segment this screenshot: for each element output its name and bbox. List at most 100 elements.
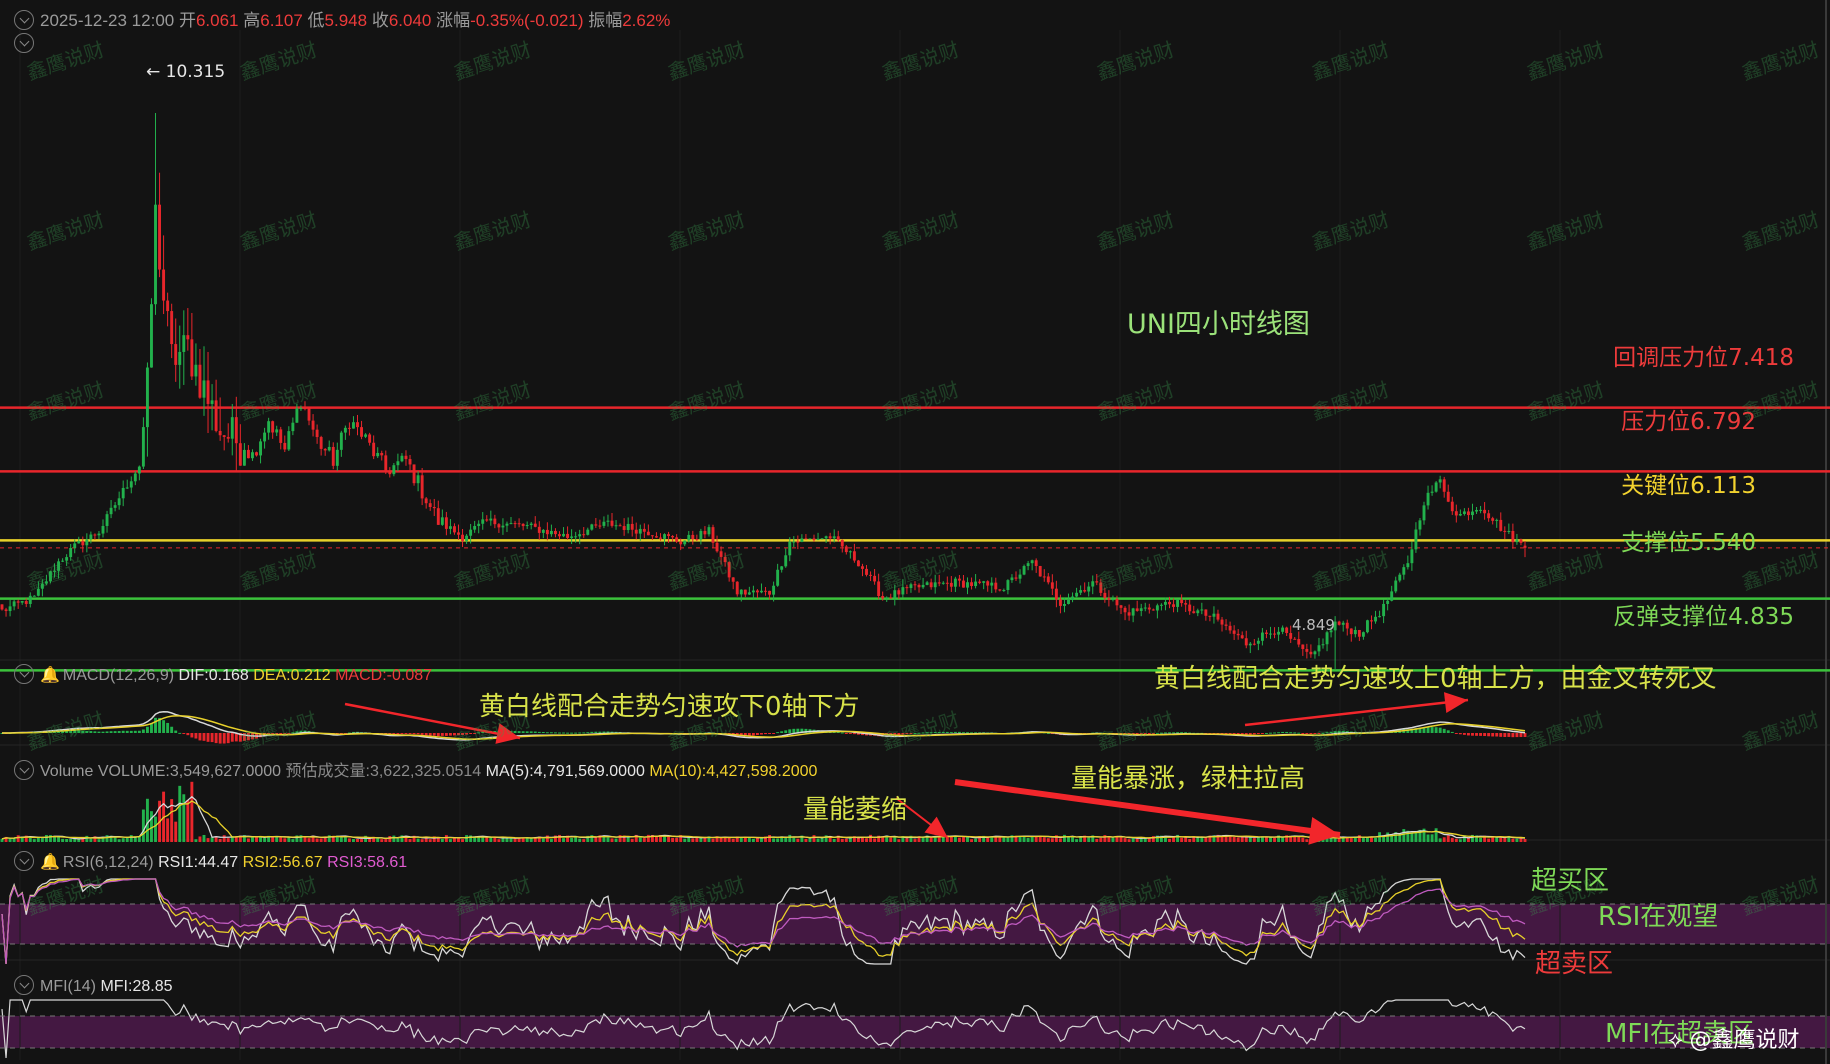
volume-bar	[957, 837, 961, 842]
candle-body	[1293, 638, 1297, 640]
candle-body	[251, 452, 254, 459]
candle-body	[1297, 639, 1301, 645]
candle-body	[578, 534, 582, 537]
volume-bar	[129, 835, 133, 842]
candle-body	[1252, 643, 1256, 645]
volume-bar	[202, 834, 206, 842]
volume-name: Volume	[40, 763, 94, 780]
volume-bar	[1224, 836, 1228, 842]
volume-bar	[889, 837, 893, 842]
alert-bell-icon[interactable]: 🔔	[40, 667, 60, 684]
candle-body	[1398, 574, 1402, 581]
candle-body	[396, 461, 400, 466]
candle-body	[1058, 599, 1062, 606]
macd-histogram-bar	[461, 733, 464, 736]
candle-body	[1426, 492, 1430, 506]
rsi1-value: RSI1:44.47	[158, 854, 239, 871]
volume-bar	[194, 839, 198, 842]
macd-dea: DEA:0.212	[253, 667, 331, 684]
volume-bar	[166, 818, 170, 842]
candle-body	[529, 523, 533, 526]
macd-histogram-bar	[545, 732, 549, 734]
volume-bar	[1281, 837, 1285, 842]
collapse-chevron-icon[interactable]	[14, 10, 34, 30]
macd-histogram-bar	[1325, 732, 1329, 734]
candle-body	[287, 431, 291, 450]
candle-body	[1313, 651, 1317, 655]
macd-histogram-bar	[537, 731, 541, 733]
candle-body	[1034, 560, 1038, 567]
macd-histogram-bar	[1260, 733, 1264, 734]
macd-histogram-bar	[174, 730, 178, 733]
candle-body	[214, 400, 218, 431]
volume-bar	[1252, 838, 1256, 842]
candle-body	[1341, 622, 1345, 625]
price-chart[interactable]	[0, 0, 1830, 1064]
volume-bar	[558, 834, 561, 842]
mfi-collapse-icon[interactable]	[14, 975, 34, 995]
macd-histogram-bar	[465, 733, 469, 735]
candle-body	[877, 581, 881, 597]
candle-body	[61, 560, 65, 562]
candle-body	[303, 408, 307, 410]
macd-collapse-icon[interactable]	[14, 664, 34, 684]
candle-body	[283, 442, 287, 450]
rsi-alert-bell-icon[interactable]: 🔔	[40, 854, 60, 871]
volume-bar	[630, 838, 634, 842]
candle-body	[73, 543, 77, 548]
candle-body	[554, 530, 557, 535]
volume-bar	[489, 837, 493, 842]
candle-body	[897, 590, 901, 595]
volume-bar	[760, 838, 763, 842]
candle-body	[525, 525, 529, 527]
volume-bar	[145, 798, 149, 842]
volume-bar	[356, 838, 359, 842]
candle-body	[921, 584, 925, 588]
macd-histogram-bar	[521, 731, 525, 733]
macd-histogram-bar	[408, 733, 412, 734]
macd-arrow-right	[1244, 698, 1469, 727]
macd-histogram-bar	[448, 733, 452, 736]
macd-histogram-bar	[909, 733, 913, 734]
candle-body	[436, 508, 440, 525]
candle-body	[1026, 563, 1030, 567]
mfi-header: MFI(14) MFI:28.85	[14, 975, 172, 996]
candle-body	[1256, 640, 1260, 644]
candle-body	[659, 537, 662, 539]
candle-body	[1216, 613, 1220, 620]
candle-body	[12, 601, 16, 607]
candle-body	[739, 589, 743, 595]
macd-histogram-bar	[473, 733, 477, 734]
volume-bar	[1430, 834, 1434, 842]
macd-histogram-bar	[1252, 733, 1256, 735]
candle-body	[776, 569, 780, 586]
macd-histogram-bar	[780, 731, 784, 733]
rsi-collapse-icon[interactable]	[14, 851, 34, 871]
candle-body	[444, 517, 448, 529]
volume-bar	[457, 838, 460, 842]
candle-body	[558, 534, 561, 537]
macd-histogram-bar	[210, 733, 214, 743]
candle-body	[1220, 619, 1224, 625]
macd-histogram-bar	[755, 733, 759, 736]
indicator-toggle[interactable]	[14, 33, 40, 54]
candle-body	[1155, 605, 1159, 611]
macd-histogram-bar	[457, 733, 460, 736]
macd-histogram-bar	[170, 726, 174, 733]
expand-chevron-icon[interactable]	[14, 33, 34, 53]
candle-body	[1022, 566, 1026, 575]
candle-body	[311, 420, 315, 430]
candle-body	[541, 529, 545, 533]
candle-body	[772, 585, 776, 595]
candle-body	[1038, 566, 1042, 577]
volume-bar	[339, 837, 343, 842]
macd-histogram-bar	[921, 732, 925, 734]
candle-body	[319, 437, 323, 449]
volume-ma5: MA(5):4,791,569.0000	[485, 763, 645, 780]
candle-body	[16, 601, 20, 603]
volume-bar	[1131, 837, 1135, 842]
volume-collapse-icon[interactable]	[14, 760, 34, 780]
macd-histogram-bar	[764, 733, 767, 735]
candle-body	[626, 523, 630, 531]
volume-bar	[315, 838, 319, 842]
